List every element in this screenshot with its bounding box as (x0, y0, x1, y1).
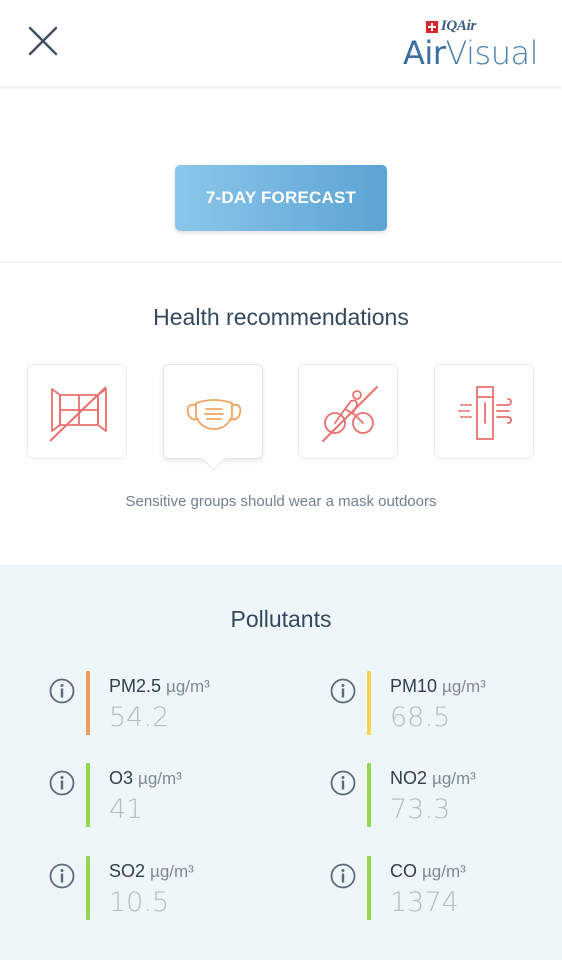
aqi-color-bar (367, 671, 371, 735)
recommendation-text: Sensitive groups should wear a mask outd… (125, 493, 437, 510)
pollutant-value: 54.2 (109, 702, 170, 733)
rec-card-face-mask[interactable] (163, 364, 263, 459)
info-icon[interactable] (49, 770, 75, 796)
iqair-label: IQAir (440, 18, 476, 34)
close-button[interactable] (26, 24, 62, 60)
swiss-flag-icon (425, 20, 438, 33)
face-mask-icon (186, 399, 242, 430)
info-icon[interactable] (49, 678, 75, 704)
aqi-color-bar (367, 763, 371, 827)
info-icon[interactable] (49, 863, 75, 889)
rec-card-no-cycling[interactable] (298, 364, 398, 459)
pollutant-name: O3 µg/m³ (109, 768, 182, 789)
pollutant-name: SO2 µg/m³ (109, 861, 194, 882)
pollutants-title: Pollutants (230, 606, 332, 632)
wordmark-light: Visual (445, 34, 538, 72)
pollutant-label: PM2.5 (109, 676, 162, 696)
pollutant-unit: µg/m³ (422, 862, 466, 881)
forecast-button[interactable]: 7-DAY FORECAST (175, 165, 387, 231)
aqi-color-bar (367, 856, 371, 920)
pollutant-unit: µg/m³ (432, 769, 476, 788)
section-divider (0, 262, 562, 263)
wordmark-strong: Air (403, 34, 446, 72)
no-cycling-icon (322, 386, 378, 442)
pollutant-unit: µg/m³ (150, 862, 194, 881)
pollutant-no2: NO2 µg/m³ 73.3 (330, 763, 530, 831)
info-icon[interactable] (330, 678, 356, 704)
pollutant-value: 1374 (390, 887, 459, 918)
pollutant-label: SO2 (109, 861, 146, 881)
app-header: IQAir AirVisual (0, 0, 562, 86)
pollutant-so2: SO2 µg/m³ 10.5 (49, 856, 249, 924)
rec-card-close-windows[interactable] (27, 364, 127, 459)
iqair-badge: IQAir (425, 18, 476, 35)
close-icon (28, 26, 58, 56)
pollutants-section: Pollutants PM2.5 µg/m³ 54.2 PM10 µg/m³ 6… (0, 565, 562, 960)
rec-card-air-purifier[interactable] (434, 364, 534, 459)
pollutant-label: NO2 (390, 768, 428, 788)
aqi-color-bar (86, 671, 90, 735)
pollutant-label: CO (390, 861, 417, 881)
pollutant-label: O3 (109, 768, 134, 788)
brand-logo: IQAir AirVisual (388, 16, 538, 72)
air-purifier-icon (458, 386, 512, 440)
pollutant-name: CO µg/m³ (390, 861, 466, 882)
pollutant-co: CO µg/m³ 1374 (330, 856, 530, 924)
pollutant-unit: µg/m³ (138, 769, 182, 788)
pollutant-value: 73.3 (390, 794, 451, 825)
pollutant-name: PM10 µg/m³ (390, 676, 486, 697)
pollutant-name: NO2 µg/m³ (390, 768, 476, 789)
pollutant-unit: µg/m³ (442, 677, 486, 696)
info-icon[interactable] (330, 863, 356, 889)
pollutant-o3: O3 µg/m³ 41 (49, 763, 249, 831)
pollutant-name: PM2.5 µg/m³ (109, 676, 210, 697)
pollutant-value: 10.5 (109, 887, 170, 918)
aqi-color-bar (86, 763, 90, 827)
airvisual-wordmark: AirVisual (403, 34, 538, 72)
pollutant-pm25: PM2.5 µg/m³ 54.2 (49, 671, 249, 739)
pollutant-unit: µg/m³ (166, 677, 210, 696)
pollutant-label: PM10 (390, 676, 438, 696)
close-windows-icon (49, 386, 107, 442)
pollutant-pm10: PM10 µg/m³ 68.5 (330, 671, 530, 739)
pollutant-value: 41 (109, 794, 144, 825)
pollutant-value: 68.5 (390, 702, 451, 733)
info-icon[interactable] (330, 770, 356, 796)
aqi-color-bar (86, 856, 90, 920)
health-title: Health recommendations (153, 304, 409, 330)
